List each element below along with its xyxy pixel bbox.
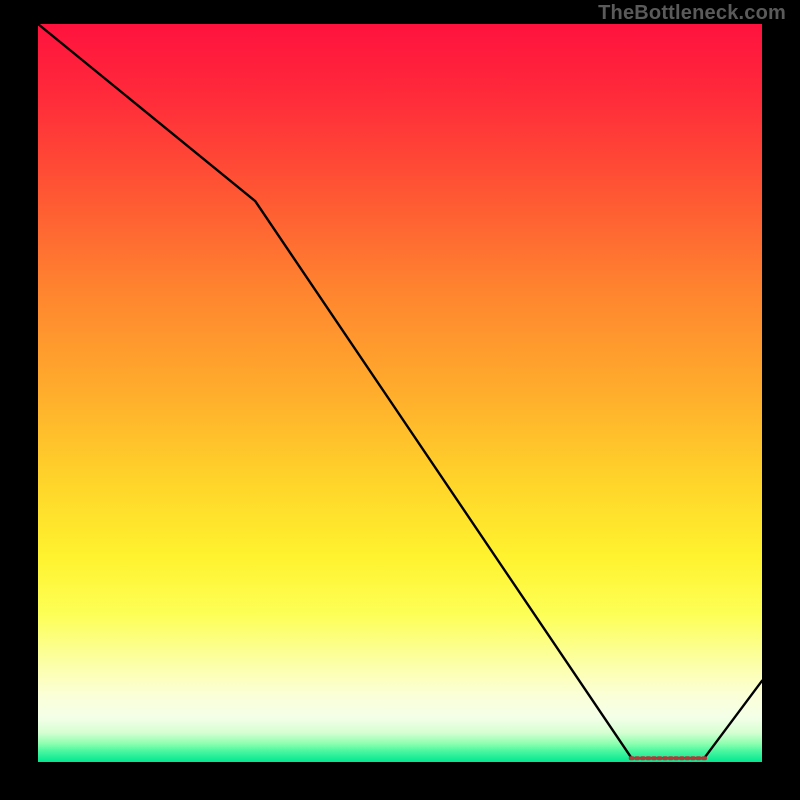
chart-frame: TheBottleneck.com [0,0,800,800]
marker-dot [634,756,640,760]
chart-svg [38,24,762,762]
marker-dot [662,756,668,760]
marker-dot [701,756,707,760]
marker-dot [645,756,651,760]
marker-dot [668,756,674,760]
curve-series [38,24,762,758]
plot-area [38,24,762,762]
marker-dot [684,756,690,760]
marker-dot [673,756,679,760]
flat-region-markers [629,756,707,760]
marker-dot [640,756,646,760]
marker-dot [629,756,635,760]
marker-dot [679,756,685,760]
watermark-text: TheBottleneck.com [598,2,786,25]
marker-dot [651,756,657,760]
marker-dot [657,756,663,760]
curve-line [38,24,762,758]
marker-dot [690,756,696,760]
marker-dot [696,756,702,760]
